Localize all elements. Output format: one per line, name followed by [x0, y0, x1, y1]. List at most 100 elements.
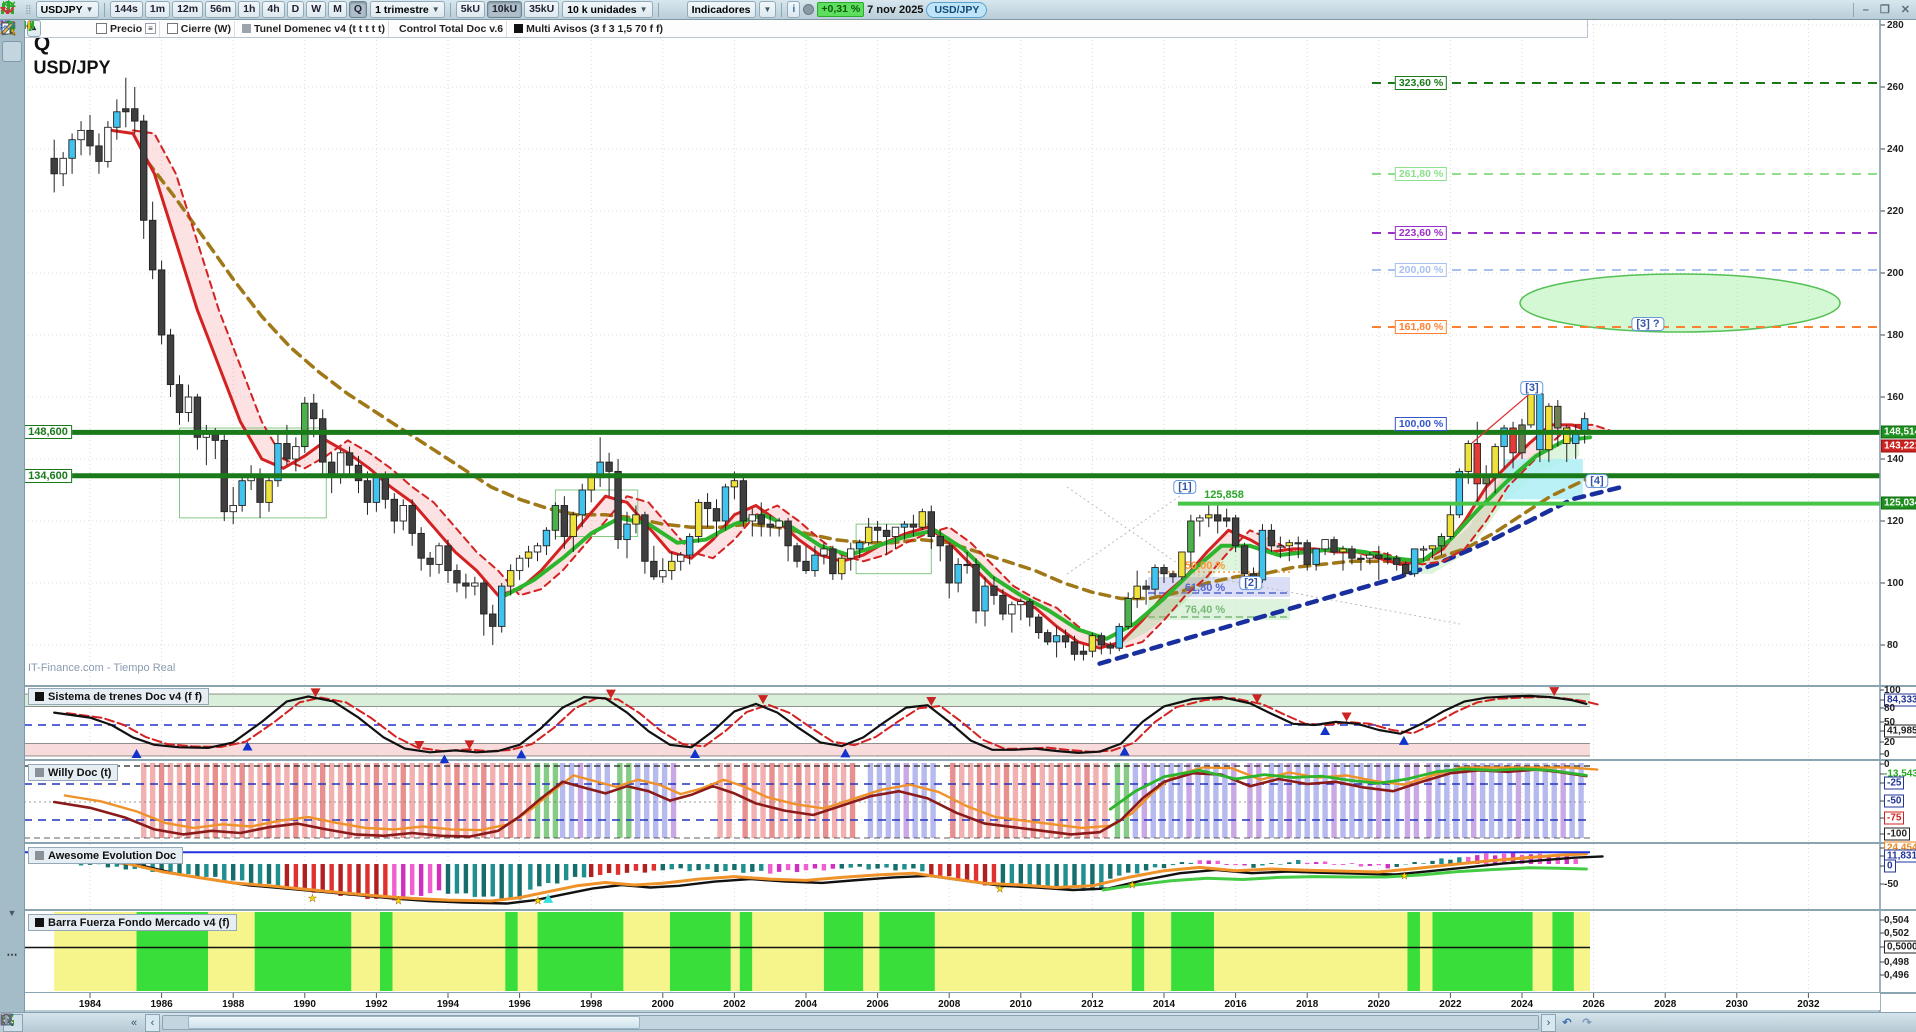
numbers-tool[interactable]: 2 5+4	[1, 23, 22, 776]
fibonacci-levels-tool[interactable]: F	[1, 24, 22, 188]
ab-tool[interactable]: a+bc+	[1, 22, 22, 797]
scroll-left-button[interactable]: ‹	[145, 1013, 160, 1032]
legend-multi[interactable]: Multi Avisos (3 f 3 1,5 70 f f)	[511, 21, 666, 37]
close-button[interactable]: ✕	[1897, 3, 1914, 16]
hline-darkgreen-tool[interactable]	[1, 25, 22, 629]
note-tool[interactable]: T	[1, 21, 22, 293]
hline-red2-tool[interactable]	[1, 25, 22, 650]
tf-12m[interactable]: 12m	[172, 1, 204, 18]
zoom-fit-icon[interactable]	[1, 1014, 1636, 1031]
scrollbar-thumb[interactable]	[188, 1016, 640, 1029]
line-black-tool[interactable]	[1, 21, 22, 503]
redo-icon[interactable]: ↷	[1578, 1015, 1596, 1031]
chart-scrollbar[interactable]	[162, 1015, 1539, 1030]
arrow-up-icon[interactable]	[0, 20, 22, 902]
sync-icon[interactable]	[0, 0, 1848, 20]
tf-W[interactable]: W	[306, 1, 327, 18]
draw-icon[interactable]	[0, 22, 22, 986]
up-arrow-icon[interactable]	[26, 18, 89, 39]
legend-precio[interactable]: Precio ≡	[93, 20, 160, 37]
drag-grip-icon[interactable]: ⣿	[25, 4, 33, 15]
tf-D[interactable]: D	[286, 1, 305, 18]
arrow-tool[interactable]	[2, 21, 22, 251]
precio-checkbox[interactable]	[96, 23, 108, 34]
unit-10kU[interactable]: 10kU	[486, 1, 523, 18]
chart-settings-icon[interactable]	[0, 1014, 1616, 1031]
legend-tunel[interactable]: Tunel Domenec v4 (t t t t t)	[239, 20, 390, 37]
info-button[interactable]: i	[787, 1, 801, 18]
zoom-tool[interactable]	[1, 21, 22, 83]
more-dots-icon[interactable]: ⋯	[2, 944, 22, 965]
rectangle-red-tool[interactable]	[1, 22, 22, 230]
vline-tool[interactable]	[2, 22, 22, 713]
units-group: 5kU 10kU 35kU	[455, 1, 560, 18]
circle-plus-tool[interactable]	[2, 22, 22, 755]
down-arrow-icon[interactable]	[26, 18, 65, 39]
hline-lightblue-tool[interactable]	[1, 25, 22, 671]
cross-icon[interactable]	[1, 21, 22, 860]
hline-green-tool[interactable]	[1, 25, 22, 335]
restore-button[interactable]: ❐	[1876, 3, 1894, 16]
minimize-button[interactable]: –	[1859, 4, 1873, 16]
ruler-tool[interactable]	[1, 21, 22, 377]
stamp-doc-icon[interactable]: 1	[1, 21, 22, 944]
multi-color-icon	[514, 24, 524, 33]
line-red-tool[interactable]	[1, 21, 22, 545]
zoom-in-icon[interactable]	[1, 1014, 1676, 1031]
columns-icon[interactable]	[1, 1015, 1696, 1031]
legend-cierre[interactable]: Cierre (W)	[164, 20, 235, 37]
hline-blue-thick-tool[interactable]	[1, 25, 22, 692]
unit-35kU[interactable]: 35kU	[524, 1, 560, 18]
angle-tool[interactable]: º	[2, 23, 22, 734]
segment-tool[interactable]	[1, 21, 22, 314]
zoom-box-tool[interactable]	[0, 20, 22, 104]
list-icon[interactable]: ≡	[145, 23, 156, 34]
document-icon[interactable]	[0, 1013, 83, 1031]
pointer-tool[interactable]	[2, 20, 22, 62]
collapse-left-icon[interactable]: «	[125, 1015, 143, 1031]
cierre-checkbox[interactable]	[166, 23, 178, 34]
hline-pink-tool[interactable]	[1, 25, 22, 587]
units-dropdown[interactable]: 10 k unidades ▼	[562, 1, 653, 18]
tf-144s[interactable]: 144s	[109, 1, 143, 18]
hline-brightgreen-tool[interactable]	[1, 25, 22, 608]
scroll-right-button[interactable]: ›	[1541, 1013, 1556, 1032]
check-icon[interactable]	[0, 22, 22, 818]
indicators-dropdown[interactable]: Indicadores	[686, 1, 756, 18]
ellipse-brown-tool[interactable]	[1, 21, 22, 440]
hline-black-tool[interactable]	[1, 25, 22, 566]
indicators-caret-button[interactable]: ▼	[758, 1, 777, 18]
ellipse-green-tool[interactable]	[1, 21, 22, 482]
rectangle-blue-tool[interactable]	[1, 22, 22, 209]
alarm-pointer-tool[interactable]	[0, 21, 22, 125]
symbol-dropdown[interactable]: USDJPY ▼	[35, 1, 99, 18]
period-dropdown[interactable]: 1 trimestre ▼	[370, 1, 445, 18]
line-green-tool[interactable]	[1, 21, 22, 524]
tf-1m[interactable]: 1m	[144, 1, 171, 18]
undo-icon[interactable]: ↶	[1558, 1015, 1576, 1031]
collapse-down-icon[interactable]: ▼	[2, 902, 22, 923]
tf-M[interactable]: M	[328, 1, 347, 18]
table-icon[interactable]	[1, 1014, 103, 1031]
tf-1h[interactable]: 1h	[238, 1, 261, 18]
chart-canvas[interactable]: ★ ★ ★ ★ ★ ★	[0, 0, 1916, 1032]
tf-4h[interactable]: 4h	[262, 1, 285, 18]
fibonacci-tool[interactable]: F	[2, 23, 22, 167]
tf-56m[interactable]: 56m	[205, 1, 237, 18]
warning-icon[interactable]: !	[0, 20, 22, 881]
unit-5kU[interactable]: 5kU	[455, 1, 485, 18]
zoom-out-icon[interactable]	[1, 1014, 1656, 1031]
pair-tab[interactable]: USD/JPY	[926, 1, 988, 18]
channel-tool[interactable]	[0, 22, 22, 398]
thumbs-up-icon[interactable]	[2, 21, 22, 839]
export-icon[interactable]	[0, 1013, 123, 1031]
text-tool[interactable]: T	[1, 21, 22, 272]
tf-Q[interactable]: Q	[348, 1, 368, 18]
alarm-tool[interactable]	[0, 23, 22, 146]
ellipse-darkgreen-tool[interactable]	[1, 21, 22, 461]
ellipse-red-tool[interactable]	[1, 21, 22, 419]
legend-control[interactable]: Control Total Doc v.6	[24, 20, 508, 37]
comment-icon[interactable]	[1, 1014, 63, 1031]
share-icon[interactable]	[0, 1013, 43, 1031]
hline-red-tool[interactable]	[1, 25, 22, 356]
